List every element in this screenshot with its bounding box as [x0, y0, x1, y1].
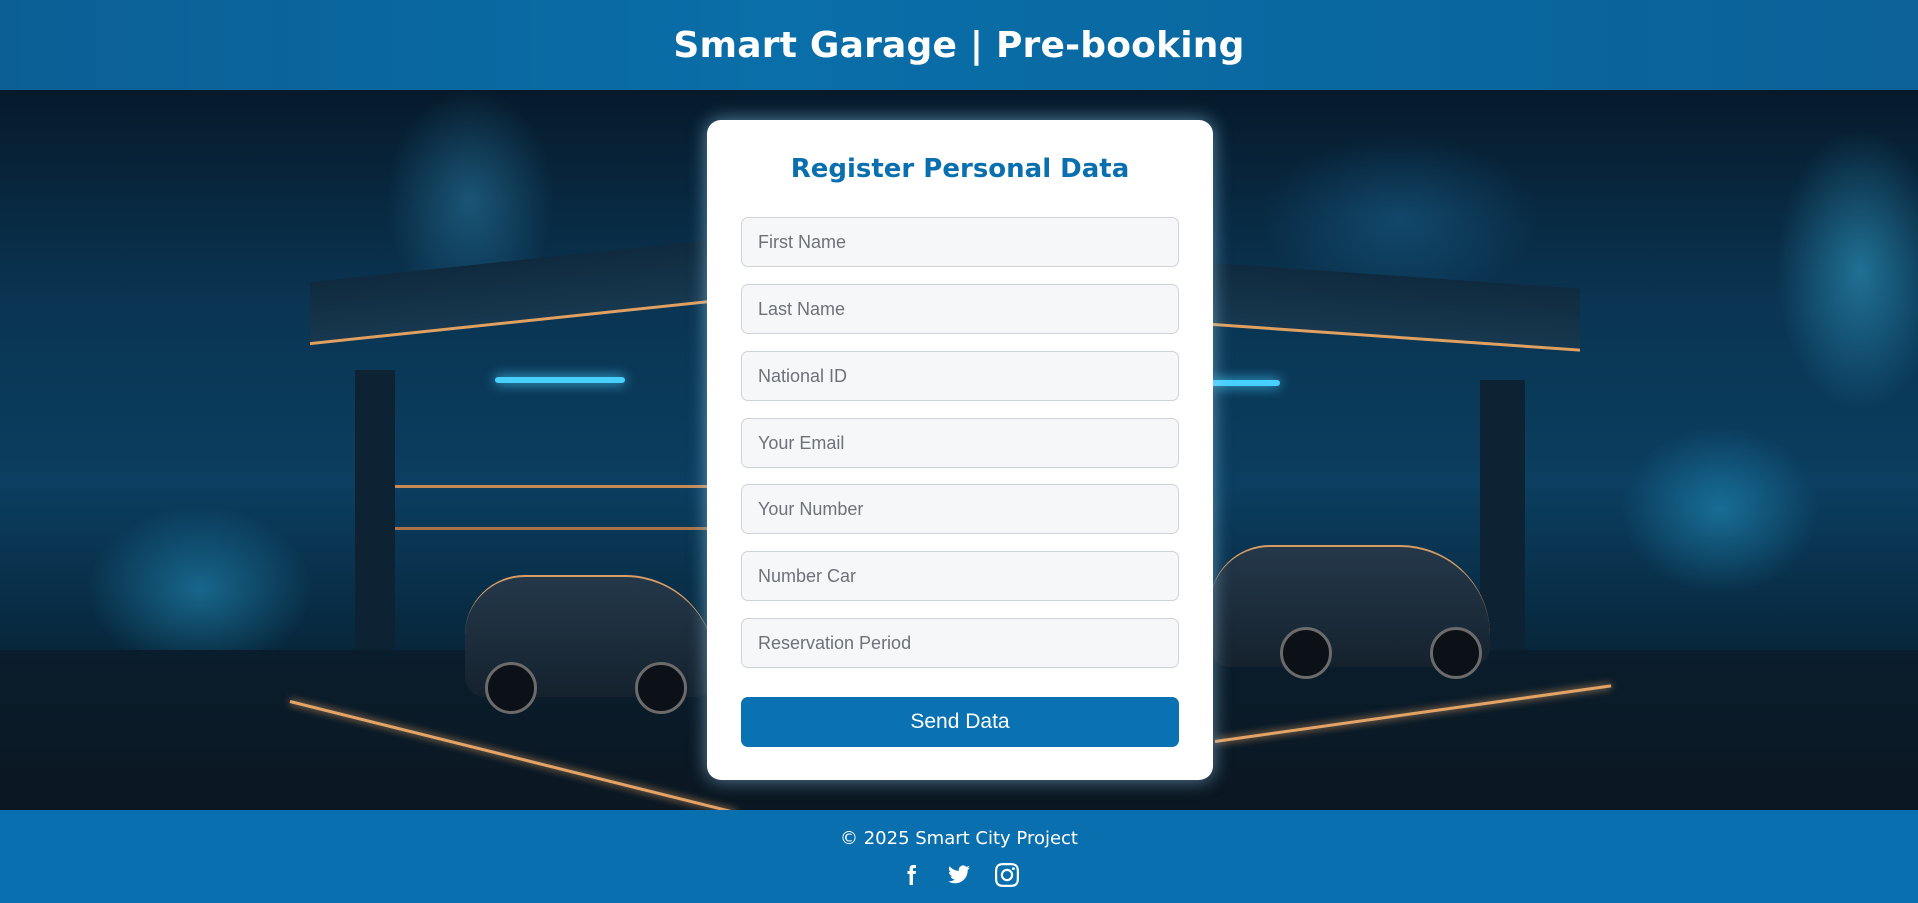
first-name-input[interactable]	[741, 217, 1179, 267]
car-wheel	[1430, 627, 1482, 679]
page-footer: © 2025 Smart City Project	[0, 810, 1918, 903]
page-header: Smart Garage | Pre-booking	[0, 0, 1918, 90]
instagram-icon[interactable]	[994, 862, 1020, 888]
page-title: Smart Garage | Pre-booking	[673, 24, 1245, 66]
car-wheel	[485, 662, 537, 714]
garage-roof	[310, 237, 730, 346]
twitter-icon[interactable]	[946, 862, 972, 888]
social-links	[0, 862, 1918, 888]
reservation-period-input[interactable]	[741, 618, 1179, 668]
car-right	[1210, 545, 1490, 679]
phone-number-input[interactable]	[741, 484, 1179, 534]
email-input[interactable]	[741, 418, 1179, 468]
copyright-text: © 2025 Smart City Project	[839, 828, 1078, 849]
national-id-input[interactable]	[741, 351, 1179, 401]
last-name-input[interactable]	[741, 284, 1179, 334]
car-wheel	[1280, 627, 1332, 679]
neon-light	[495, 377, 625, 383]
car-left	[465, 575, 715, 714]
garage-roof	[1190, 261, 1580, 352]
facebook-icon[interactable]	[898, 862, 924, 888]
garage-beam	[395, 527, 715, 530]
send-data-button[interactable]: Send Data	[741, 697, 1179, 747]
neon-light	[1210, 380, 1280, 386]
garage-beam	[395, 485, 715, 488]
car-number-input[interactable]	[741, 551, 1179, 601]
car-wheel	[635, 662, 687, 714]
registration-card: Register Personal Data Send Data	[707, 120, 1213, 780]
form-title: Register Personal Data	[790, 154, 1130, 184]
